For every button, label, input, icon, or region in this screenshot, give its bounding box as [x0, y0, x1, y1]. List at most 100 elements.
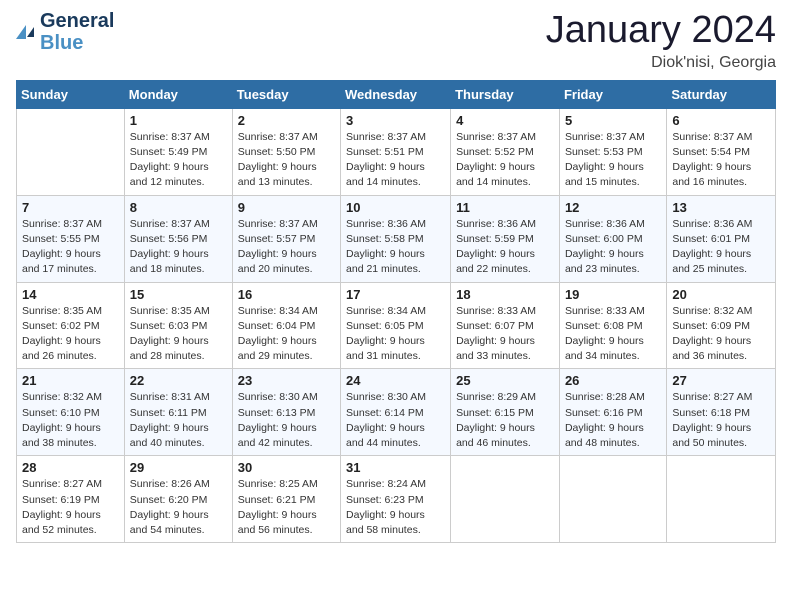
title-block: January 2024 Diok'nisi, Georgia: [546, 10, 776, 72]
day-detail: Sunrise: 8:36 AMSunset: 5:58 PMDaylight:…: [346, 218, 426, 276]
day-detail: Sunrise: 8:28 AMSunset: 6:16 PMDaylight:…: [565, 391, 645, 449]
col-sunday: Sunday: [17, 80, 125, 108]
month-title: January 2024: [546, 10, 776, 52]
logo-wing2: [27, 27, 34, 37]
day-number: 27: [672, 373, 770, 388]
day-cell: 20 Sunrise: 8:32 AMSunset: 6:09 PMDaylig…: [667, 282, 776, 369]
col-thursday: Thursday: [451, 80, 560, 108]
day-detail: Sunrise: 8:27 AMSunset: 6:19 PMDaylight:…: [22, 478, 102, 536]
day-cell: 26 Sunrise: 8:28 AMSunset: 6:16 PMDaylig…: [559, 369, 666, 456]
day-number: 17: [346, 287, 445, 302]
day-number: 9: [238, 200, 335, 215]
day-number: 6: [672, 113, 770, 128]
day-detail: Sunrise: 8:30 AMSunset: 6:14 PMDaylight:…: [346, 391, 426, 449]
day-cell: 7 Sunrise: 8:37 AMSunset: 5:55 PMDayligh…: [17, 195, 125, 282]
day-number: 26: [565, 373, 661, 388]
day-number: 22: [130, 373, 227, 388]
day-cell: 13 Sunrise: 8:36 AMSunset: 6:01 PMDaylig…: [667, 195, 776, 282]
day-detail: Sunrise: 8:34 AMSunset: 6:04 PMDaylight:…: [238, 305, 318, 363]
day-number: 14: [22, 287, 119, 302]
day-number: 28: [22, 460, 119, 475]
day-number: 12: [565, 200, 661, 215]
day-detail: Sunrise: 8:37 AMSunset: 5:51 PMDaylight:…: [346, 131, 426, 189]
day-detail: Sunrise: 8:37 AMSunset: 5:50 PMDaylight:…: [238, 131, 318, 189]
day-detail: Sunrise: 8:29 AMSunset: 6:15 PMDaylight:…: [456, 391, 536, 449]
day-cell: 21 Sunrise: 8:32 AMSunset: 6:10 PMDaylig…: [17, 369, 125, 456]
location-title: Diok'nisi, Georgia: [546, 54, 776, 72]
day-cell: 4 Sunrise: 8:37 AMSunset: 5:52 PMDayligh…: [451, 108, 560, 195]
logo-text-block: General Blue: [40, 10, 114, 54]
col-wednesday: Wednesday: [341, 80, 451, 108]
day-number: 5: [565, 113, 661, 128]
col-saturday: Saturday: [667, 80, 776, 108]
day-number: 21: [22, 373, 119, 388]
day-cell: 5 Sunrise: 8:37 AMSunset: 5:53 PMDayligh…: [559, 108, 666, 195]
week-row-4: 28 Sunrise: 8:27 AMSunset: 6:19 PMDaylig…: [17, 456, 776, 543]
day-number: 16: [238, 287, 335, 302]
day-number: 1: [130, 113, 227, 128]
day-number: 2: [238, 113, 335, 128]
day-detail: Sunrise: 8:32 AMSunset: 6:09 PMDaylight:…: [672, 305, 752, 363]
day-cell: 29 Sunrise: 8:26 AMSunset: 6:20 PMDaylig…: [124, 456, 232, 543]
day-detail: Sunrise: 8:37 AMSunset: 5:55 PMDaylight:…: [22, 218, 102, 276]
day-detail: Sunrise: 8:32 AMSunset: 6:10 PMDaylight:…: [22, 391, 102, 449]
day-detail: Sunrise: 8:24 AMSunset: 6:23 PMDaylight:…: [346, 478, 426, 536]
day-number: 19: [565, 287, 661, 302]
day-cell: 27 Sunrise: 8:27 AMSunset: 6:18 PMDaylig…: [667, 369, 776, 456]
day-cell: 10 Sunrise: 8:36 AMSunset: 5:58 PMDaylig…: [341, 195, 451, 282]
page: General Blue January 2024 Diok'nisi, Geo…: [0, 0, 792, 612]
day-detail: Sunrise: 8:37 AMSunset: 5:52 PMDaylight:…: [456, 131, 536, 189]
day-detail: Sunrise: 8:36 AMSunset: 5:59 PMDaylight:…: [456, 218, 536, 276]
day-cell: [17, 108, 125, 195]
day-number: 20: [672, 287, 770, 302]
day-detail: Sunrise: 8:27 AMSunset: 6:18 PMDaylight:…: [672, 391, 752, 449]
day-number: 23: [238, 373, 335, 388]
day-detail: Sunrise: 8:37 AMSunset: 5:49 PMDaylight:…: [130, 131, 210, 189]
day-cell: 30 Sunrise: 8:25 AMSunset: 6:21 PMDaylig…: [232, 456, 340, 543]
day-cell: 18 Sunrise: 8:33 AMSunset: 6:07 PMDaylig…: [451, 282, 560, 369]
day-number: 13: [672, 200, 770, 215]
day-cell: 6 Sunrise: 8:37 AMSunset: 5:54 PMDayligh…: [667, 108, 776, 195]
day-detail: Sunrise: 8:36 AMSunset: 6:01 PMDaylight:…: [672, 218, 752, 276]
day-detail: Sunrise: 8:37 AMSunset: 5:54 PMDaylight:…: [672, 131, 752, 189]
day-cell: 11 Sunrise: 8:36 AMSunset: 5:59 PMDaylig…: [451, 195, 560, 282]
day-cell: [451, 456, 560, 543]
day-cell: 28 Sunrise: 8:27 AMSunset: 6:19 PMDaylig…: [17, 456, 125, 543]
day-detail: Sunrise: 8:37 AMSunset: 5:57 PMDaylight:…: [238, 218, 318, 276]
header-row: Sunday Monday Tuesday Wednesday Thursday…: [17, 80, 776, 108]
day-number: 3: [346, 113, 445, 128]
day-number: 4: [456, 113, 554, 128]
day-number: 8: [130, 200, 227, 215]
day-cell: 2 Sunrise: 8:37 AMSunset: 5:50 PMDayligh…: [232, 108, 340, 195]
col-friday: Friday: [559, 80, 666, 108]
day-detail: Sunrise: 8:37 AMSunset: 5:53 PMDaylight:…: [565, 131, 645, 189]
logo-wing: [16, 25, 26, 39]
day-number: 18: [456, 287, 554, 302]
week-row-2: 14 Sunrise: 8:35 AMSunset: 6:02 PMDaylig…: [17, 282, 776, 369]
day-detail: Sunrise: 8:25 AMSunset: 6:21 PMDaylight:…: [238, 478, 318, 536]
day-detail: Sunrise: 8:36 AMSunset: 6:00 PMDaylight:…: [565, 218, 645, 276]
day-detail: Sunrise: 8:35 AMSunset: 6:03 PMDaylight:…: [130, 305, 210, 363]
col-tuesday: Tuesday: [232, 80, 340, 108]
day-detail: Sunrise: 8:30 AMSunset: 6:13 PMDaylight:…: [238, 391, 318, 449]
calendar-table: Sunday Monday Tuesday Wednesday Thursday…: [16, 80, 776, 543]
day-number: 7: [22, 200, 119, 215]
day-cell: 15 Sunrise: 8:35 AMSunset: 6:03 PMDaylig…: [124, 282, 232, 369]
day-cell: 8 Sunrise: 8:37 AMSunset: 5:56 PMDayligh…: [124, 195, 232, 282]
header: General Blue January 2024 Diok'nisi, Geo…: [16, 10, 776, 72]
logo-icon: [16, 25, 34, 39]
day-number: 15: [130, 287, 227, 302]
day-detail: Sunrise: 8:33 AMSunset: 6:08 PMDaylight:…: [565, 305, 645, 363]
day-cell: 9 Sunrise: 8:37 AMSunset: 5:57 PMDayligh…: [232, 195, 340, 282]
day-number: 29: [130, 460, 227, 475]
day-cell: 16 Sunrise: 8:34 AMSunset: 6:04 PMDaylig…: [232, 282, 340, 369]
logo-brand: General Blue: [16, 10, 114, 54]
week-row-1: 7 Sunrise: 8:37 AMSunset: 5:55 PMDayligh…: [17, 195, 776, 282]
day-detail: Sunrise: 8:34 AMSunset: 6:05 PMDaylight:…: [346, 305, 426, 363]
day-detail: Sunrise: 8:35 AMSunset: 6:02 PMDaylight:…: [22, 305, 102, 363]
day-number: 24: [346, 373, 445, 388]
day-cell: 31 Sunrise: 8:24 AMSunset: 6:23 PMDaylig…: [341, 456, 451, 543]
day-cell: 23 Sunrise: 8:30 AMSunset: 6:13 PMDaylig…: [232, 369, 340, 456]
day-cell: [559, 456, 666, 543]
logo-line2: Blue: [40, 32, 114, 54]
